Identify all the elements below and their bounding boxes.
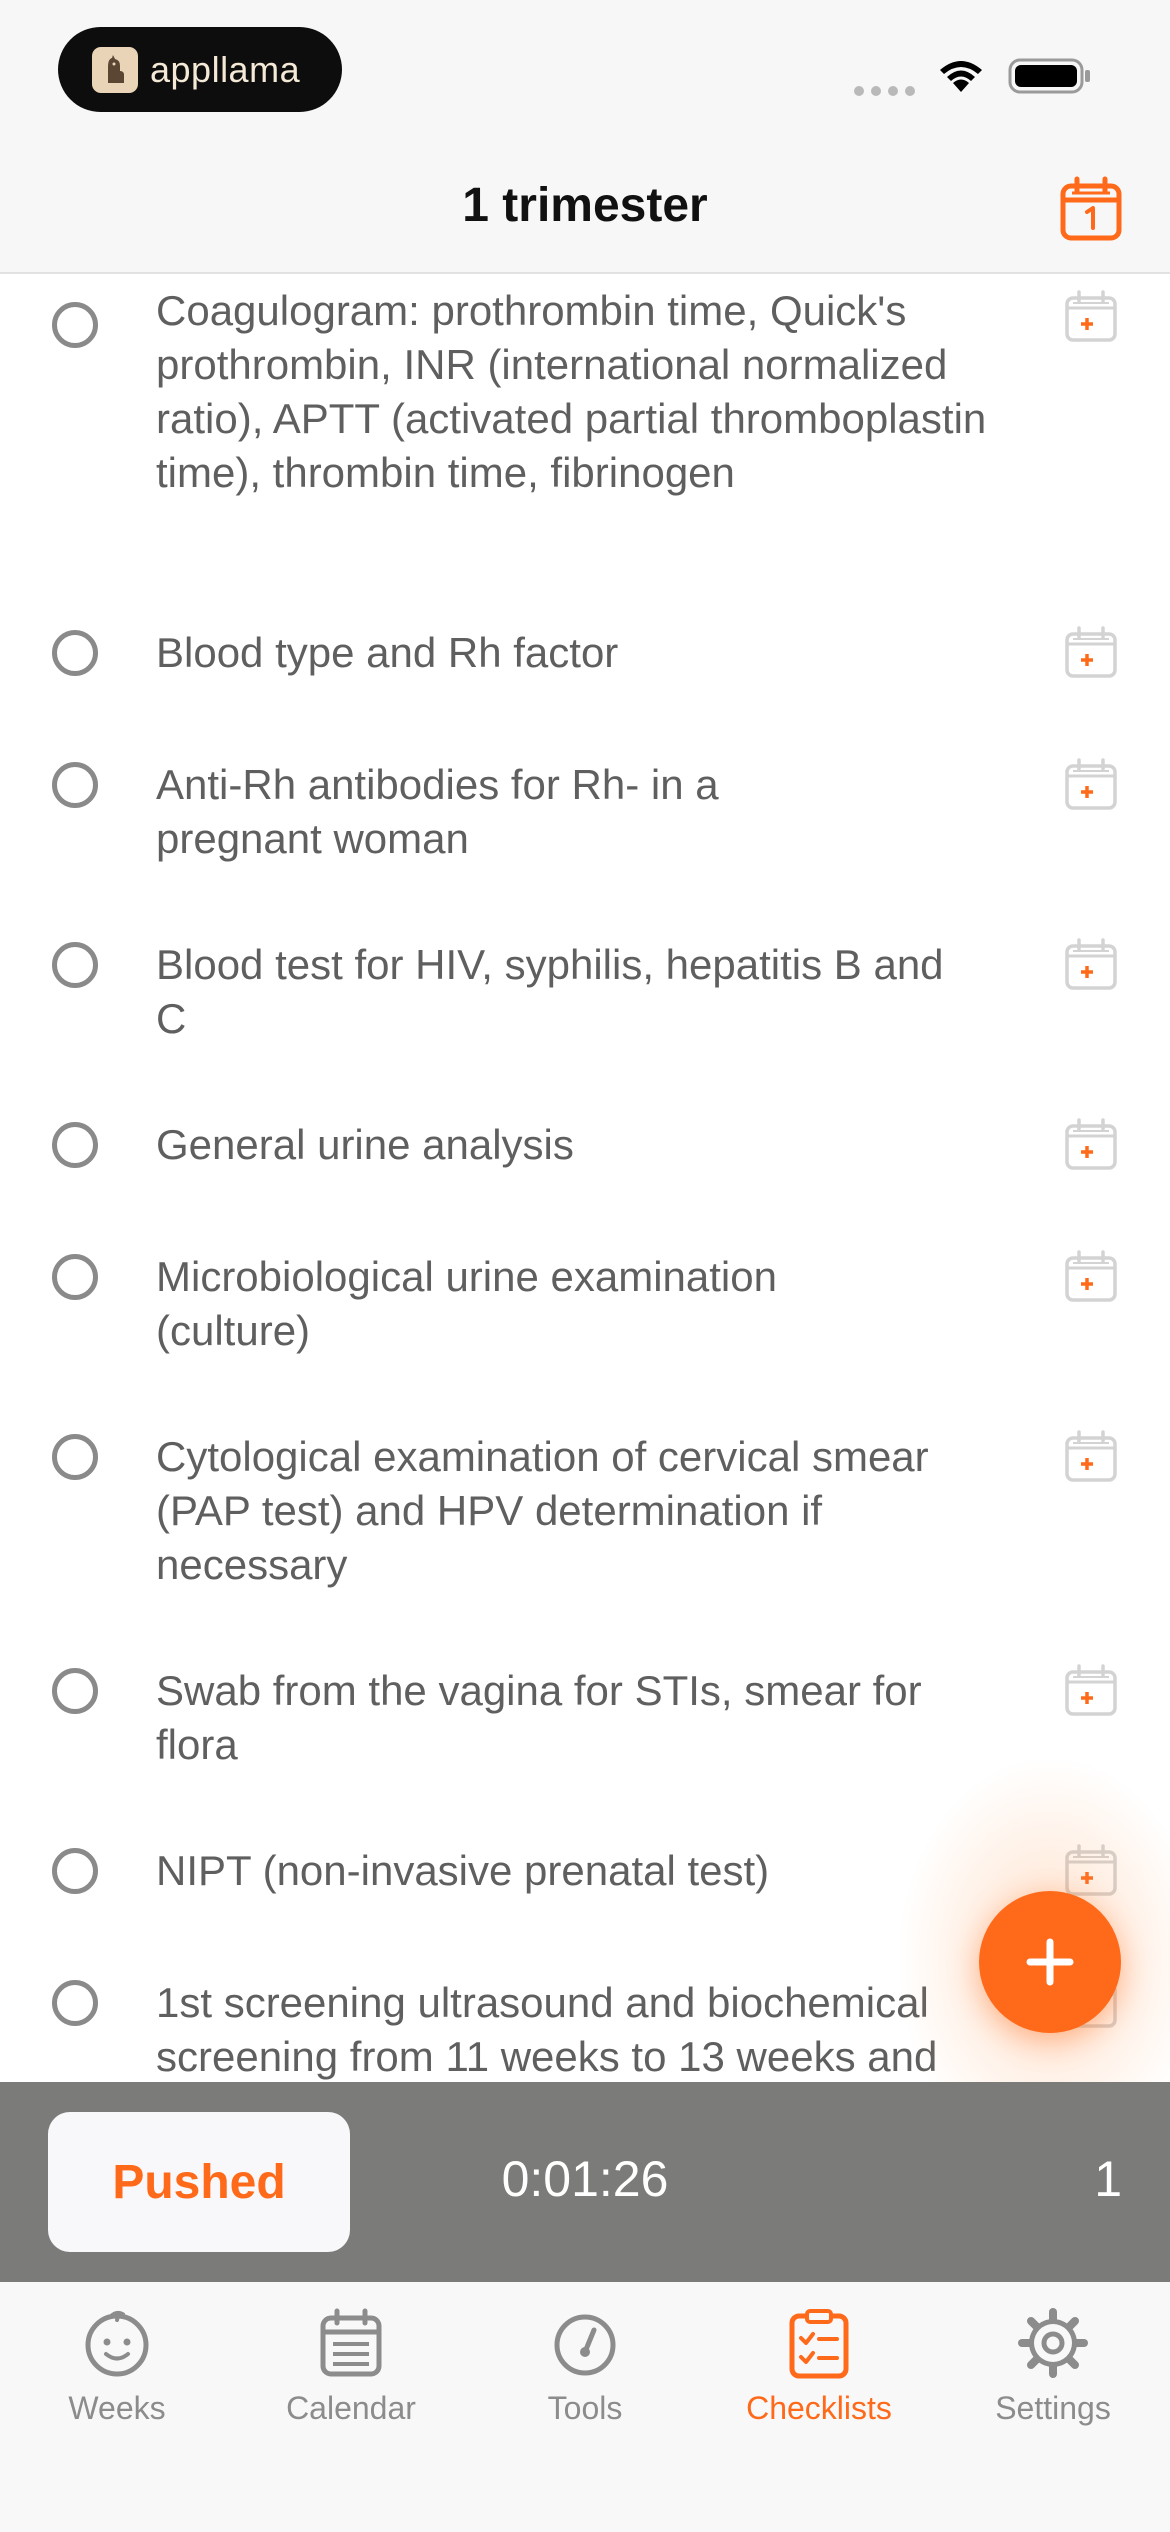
checklist-item-label: Microbiological urine examination (cultu… bbox=[156, 1253, 777, 1354]
add-to-calendar-icon[interactable] bbox=[1064, 290, 1118, 344]
baby-face-icon bbox=[85, 2310, 149, 2377]
add-to-calendar-icon[interactable] bbox=[1064, 626, 1118, 680]
checklist-item-label: 1st screening ultrasound and biochemical… bbox=[156, 1979, 938, 2080]
tab-label: Calendar bbox=[286, 2390, 416, 2426]
brand-badge: appllama bbox=[58, 27, 342, 112]
checklist-item-label: Anti-Rh antibodies for Rh- in a pregnant… bbox=[156, 761, 719, 862]
timer-bar: Pushed 0:01:26 1 bbox=[0, 2082, 1170, 2282]
checkbox[interactable] bbox=[52, 1122, 98, 1168]
tab-checklists[interactable]: Checklists bbox=[702, 2306, 936, 2456]
gauge-icon bbox=[554, 2314, 616, 2376]
checkbox[interactable] bbox=[52, 1848, 98, 1894]
calendar-icon bbox=[320, 2308, 382, 2377]
checklist-item-label: General urine analysis bbox=[156, 1121, 574, 1168]
checklist-item-label: Blood type and Rh factor bbox=[156, 629, 619, 676]
add-to-calendar-icon[interactable] bbox=[1064, 1430, 1118, 1484]
tab-bar: Weeks Calendar Tools Checklists Settings bbox=[0, 2282, 1170, 2532]
llama-logo-icon bbox=[92, 46, 138, 93]
add-to-calendar-icon[interactable] bbox=[1064, 1664, 1118, 1718]
checkbox[interactable] bbox=[52, 1434, 98, 1480]
add-to-calendar-icon[interactable] bbox=[1064, 1250, 1118, 1304]
checkbox[interactable] bbox=[52, 1980, 98, 2026]
checkbox[interactable] bbox=[52, 1254, 98, 1300]
cellular-signal-icon bbox=[854, 86, 915, 96]
battery-icon bbox=[1008, 58, 1090, 94]
tab-label: Tools bbox=[547, 2390, 623, 2426]
checkbox[interactable] bbox=[52, 1668, 98, 1714]
wifi-icon bbox=[940, 61, 982, 92]
checkbox[interactable] bbox=[52, 302, 98, 348]
add-to-calendar-icon[interactable] bbox=[1064, 938, 1118, 992]
checklist-item-label: Blood test for HIV, syphilis, hepatitis … bbox=[156, 941, 944, 1042]
timer-elapsed: 0:01:26 bbox=[501, 2151, 669, 2207]
push-count: 1 bbox=[1094, 2151, 1122, 2207]
checkbox[interactable] bbox=[52, 630, 98, 676]
tab-weeks[interactable]: Weeks bbox=[0, 2306, 234, 2456]
checklist-item-label: Swab from the vagina for STIs, smear for… bbox=[156, 1667, 922, 1768]
tab-label: Checklists bbox=[746, 2390, 892, 2426]
checkbox[interactable] bbox=[52, 942, 98, 988]
tab-calendar[interactable]: Calendar bbox=[234, 2306, 468, 2456]
add-to-calendar-icon[interactable] bbox=[1064, 758, 1118, 812]
tab-tools[interactable]: Tools bbox=[468, 2306, 702, 2456]
checklist-icon bbox=[789, 2309, 849, 2379]
navigation-bar: 1 trimester bbox=[0, 140, 1170, 274]
checklist-item-label: NIPT (non-invasive prenatal test) bbox=[156, 1847, 770, 1894]
checklist-item-label: Cytological examination of cervical smea… bbox=[156, 1433, 929, 1588]
tab-label: Weeks bbox=[68, 2390, 166, 2426]
checklist-item-label: Coagulogram: prothrombin time, Quick's p… bbox=[156, 287, 987, 496]
calendar-icon[interactable] bbox=[1058, 176, 1124, 242]
add-item-button[interactable] bbox=[979, 1891, 1121, 2033]
page-title: 1 trimester bbox=[462, 179, 708, 232]
tab-settings[interactable]: Settings bbox=[936, 2306, 1170, 2456]
plus-icon bbox=[1026, 1938, 1074, 1986]
checkbox[interactable] bbox=[52, 762, 98, 808]
brand-name: appllama bbox=[150, 48, 301, 90]
status-bar: appllama bbox=[0, 0, 1170, 140]
add-to-calendar-icon[interactable] bbox=[1064, 1118, 1118, 1172]
tab-label: Settings bbox=[995, 2390, 1111, 2426]
gear-icon bbox=[1018, 2308, 1088, 2378]
